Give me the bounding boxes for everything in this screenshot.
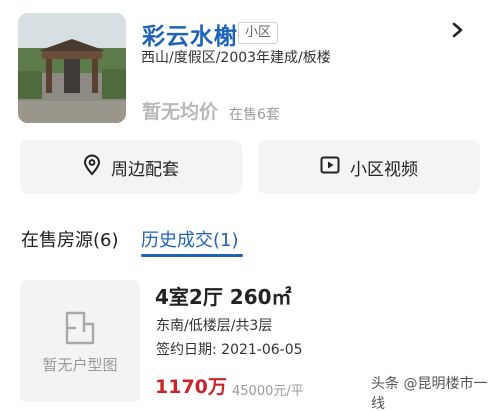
chevron-right-icon[interactable] (448, 18, 468, 42)
community-tag: 小区 (238, 22, 279, 44)
floor-plan-placeholder[interactable]: 暂无户型图 (20, 280, 140, 402)
average-price: 暂无均价 (142, 101, 219, 123)
watermark: 头条 @昆明楼市一线 (371, 376, 488, 411)
floor-plan-text: 暂无户型图 (42, 356, 118, 374)
listing-total-price: 1170万 (155, 376, 227, 398)
tab-on-sale[interactable]: 在售房源(6) (21, 226, 119, 252)
on-sale-count: 在售6套 (229, 107, 280, 123)
community-video-label: 小区视频 (350, 159, 418, 180)
location-pin-icon (83, 154, 101, 180)
listing-layout[interactable]: 4室2厅 260㎡ (155, 281, 292, 310)
tab-history-deals[interactable]: 历史成交(1) (141, 226, 239, 252)
community-name: 彩云水榭 (142, 24, 238, 50)
nearby-facilities-button[interactable]: 周边配套 (20, 140, 242, 194)
community-card[interactable]: 彩云水榭 小区 西山/度假区/2003年建成/板楼 暂无均价 在售6套 (0, 0, 500, 140)
listing-sign-date: 签约日期: 2021-06-05 (156, 342, 303, 358)
nearby-facilities-label: 周边配套 (111, 159, 179, 180)
listing-meta: 东南/低楼层/共3层 (156, 318, 273, 334)
community-photo (18, 13, 126, 123)
community-info: 西山/度假区/2003年建成/板楼 (141, 50, 331, 66)
video-play-icon (320, 156, 340, 178)
active-tab-indicator (141, 254, 243, 257)
listing-unit-price: 45000元/平 (232, 384, 304, 399)
floor-plan-icon (64, 310, 96, 350)
community-video-button[interactable]: 小区视频 (258, 140, 480, 194)
